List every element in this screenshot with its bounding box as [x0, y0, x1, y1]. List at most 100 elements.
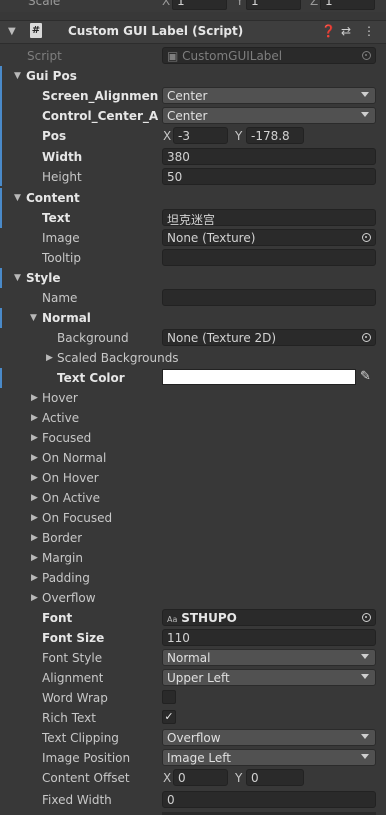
- name-label: Name: [42, 291, 78, 305]
- component-header[interactable]: ▼ # Custom GUI Label (Script) ❓ ⇄ ⋮: [0, 20, 386, 44]
- fold-arrow-icon[interactable]: ▼: [14, 193, 21, 203]
- state-label: Margin: [42, 551, 83, 565]
- state-label: Hover: [42, 391, 78, 405]
- fold-arrow-icon[interactable]: ▶: [31, 453, 38, 463]
- state-foldout-on-focused[interactable]: ▶ On Focused: [0, 508, 386, 528]
- chevron-down-icon: [361, 754, 369, 759]
- scale-y-axis: Y: [236, 0, 244, 8]
- fold-arrow-icon[interactable]: ▶: [31, 473, 38, 483]
- content-offset-y-axis[interactable]: Y: [235, 771, 242, 785]
- tooltip-row: Tooltip: [0, 248, 386, 268]
- fold-arrow-icon[interactable]: ▼: [30, 313, 37, 323]
- fixed-width-field[interactable]: 0: [162, 791, 376, 808]
- state-label: On Active: [42, 491, 100, 505]
- normal-foldout[interactable]: ▼ Normal: [0, 308, 386, 328]
- control-center-value: Center: [167, 109, 208, 123]
- control-center-row: Control_Center_Alig Center: [0, 106, 386, 126]
- chevron-down-icon: [361, 734, 369, 739]
- text-color-swatch[interactable]: [162, 369, 356, 385]
- content-offset-x-field[interactable]: 0: [173, 769, 228, 786]
- word-wrap-row: Word Wrap: [0, 688, 386, 708]
- height-field[interactable]: 50: [162, 168, 376, 185]
- name-field[interactable]: [162, 289, 376, 306]
- pos-y-field[interactable]: -178.8: [246, 127, 304, 144]
- scaled-backgrounds-label: Scaled Backgrounds: [57, 351, 179, 365]
- rich-text-label: Rich Text: [42, 711, 96, 725]
- state-foldout-on-hover[interactable]: ▶ On Hover: [0, 468, 386, 488]
- state-foldout-active[interactable]: ▶ Active: [0, 408, 386, 428]
- fold-arrow-icon[interactable]: ▶: [31, 573, 38, 583]
- text-clipping-label: Text Clipping: [42, 731, 119, 745]
- background-field[interactable]: None (Texture 2D): [162, 329, 376, 346]
- pos-y-axis[interactable]: Y: [235, 129, 242, 143]
- scale-y-field[interactable]: 1: [246, 0, 301, 10]
- object-picker-icon[interactable]: [362, 613, 371, 622]
- script-file-icon: ▣: [167, 49, 179, 63]
- image-position-dropdown[interactable]: Image Left: [162, 749, 376, 766]
- screen-alignment-dropdown[interactable]: Center: [162, 87, 376, 104]
- font-style-dropdown[interactable]: Normal: [162, 649, 376, 666]
- fold-arrow-icon[interactable]: ▼: [14, 71, 21, 81]
- alignment-label: Alignment: [42, 671, 104, 685]
- pos-x-axis[interactable]: X: [163, 129, 171, 143]
- content-offset-y-field[interactable]: 0: [246, 769, 304, 786]
- state-foldout-on-active[interactable]: ▶ On Active: [0, 488, 386, 508]
- text-clipping-dropdown[interactable]: Overflow: [162, 729, 376, 746]
- control-center-dropdown[interactable]: Center: [162, 107, 376, 124]
- object-picker-icon[interactable]: [362, 233, 371, 242]
- help-icon[interactable]: ❓: [321, 24, 336, 38]
- rich-text-checkbox[interactable]: ✓: [162, 710, 176, 724]
- state-foldout-hover[interactable]: ▶ Hover: [0, 388, 386, 408]
- state-foldout-border[interactable]: ▶ Border: [0, 528, 386, 548]
- content-offset-row: Content Offset X 0 Y 0: [0, 768, 386, 788]
- scaled-backgrounds-foldout[interactable]: ▶ Scaled Backgrounds: [0, 348, 386, 368]
- fold-arrow-icon[interactable]: ▶: [31, 513, 38, 523]
- fold-arrow-icon[interactable]: ▼: [14, 273, 21, 283]
- text-field[interactable]: 坦克迷宫: [162, 209, 376, 226]
- state-label: On Normal: [42, 451, 107, 465]
- gui-pos-label: Gui Pos: [26, 69, 77, 83]
- state-foldout-overflow[interactable]: ▶ Overflow: [0, 588, 386, 608]
- state-label: Active: [42, 411, 80, 425]
- font-size-row: Font Size 110: [0, 628, 386, 648]
- state-foldout-margin[interactable]: ▶ Margin: [0, 548, 386, 568]
- eyedropper-icon[interactable]: ✎: [360, 369, 371, 384]
- font-field[interactable]: Aa STHUPO: [162, 609, 376, 626]
- height-label: Height: [42, 170, 82, 184]
- fold-arrow-icon[interactable]: ▼: [8, 26, 16, 37]
- fold-arrow-icon[interactable]: ▶: [31, 533, 38, 543]
- object-picker-icon[interactable]: [362, 333, 371, 342]
- image-field[interactable]: None (Texture): [162, 229, 376, 246]
- preset-icon[interactable]: ⇄: [341, 24, 351, 38]
- more-menu-icon[interactable]: ⋮: [363, 24, 375, 38]
- text-clipping-value: Overflow: [167, 731, 221, 745]
- font-size-field[interactable]: 110: [162, 629, 376, 646]
- pos-x-field[interactable]: -3: [173, 127, 228, 144]
- fold-arrow-icon[interactable]: ▶: [31, 393, 38, 403]
- word-wrap-checkbox[interactable]: [162, 690, 176, 704]
- fold-arrow-icon[interactable]: ▶: [46, 353, 53, 363]
- state-foldout-focused[interactable]: ▶ Focused: [0, 428, 386, 448]
- fold-arrow-icon[interactable]: ▶: [31, 553, 38, 563]
- fold-arrow-icon[interactable]: ▶: [31, 493, 38, 503]
- alignment-row: Alignment Upper Left: [0, 668, 386, 688]
- width-field[interactable]: 380: [162, 148, 376, 165]
- tooltip-field[interactable]: [162, 249, 376, 266]
- scale-z-field[interactable]: 1: [320, 0, 375, 10]
- alignment-dropdown[interactable]: Upper Left: [162, 669, 376, 686]
- content-offset-x-axis[interactable]: X: [163, 771, 171, 785]
- scale-x-field[interactable]: 1: [172, 0, 227, 10]
- content-foldout[interactable]: ▼ Content: [0, 188, 386, 208]
- fixed-width-row: Fixed Width 0: [0, 790, 386, 810]
- style-foldout[interactable]: ▼ Style: [0, 268, 386, 288]
- screen-alignment-label: Screen_Alignment_T: [42, 89, 158, 103]
- screen-alignment-row: Screen_Alignment_T Center: [0, 86, 386, 106]
- content-label: Content: [26, 191, 80, 205]
- image-value: None (Texture): [167, 231, 256, 245]
- fold-arrow-icon[interactable]: ▶: [31, 433, 38, 443]
- fold-arrow-icon[interactable]: ▶: [31, 593, 38, 603]
- fold-arrow-icon[interactable]: ▶: [31, 413, 38, 423]
- gui-pos-foldout[interactable]: ▼ Gui Pos: [0, 66, 386, 86]
- state-foldout-padding[interactable]: ▶ Padding: [0, 568, 386, 588]
- state-foldout-on-normal[interactable]: ▶ On Normal: [0, 448, 386, 468]
